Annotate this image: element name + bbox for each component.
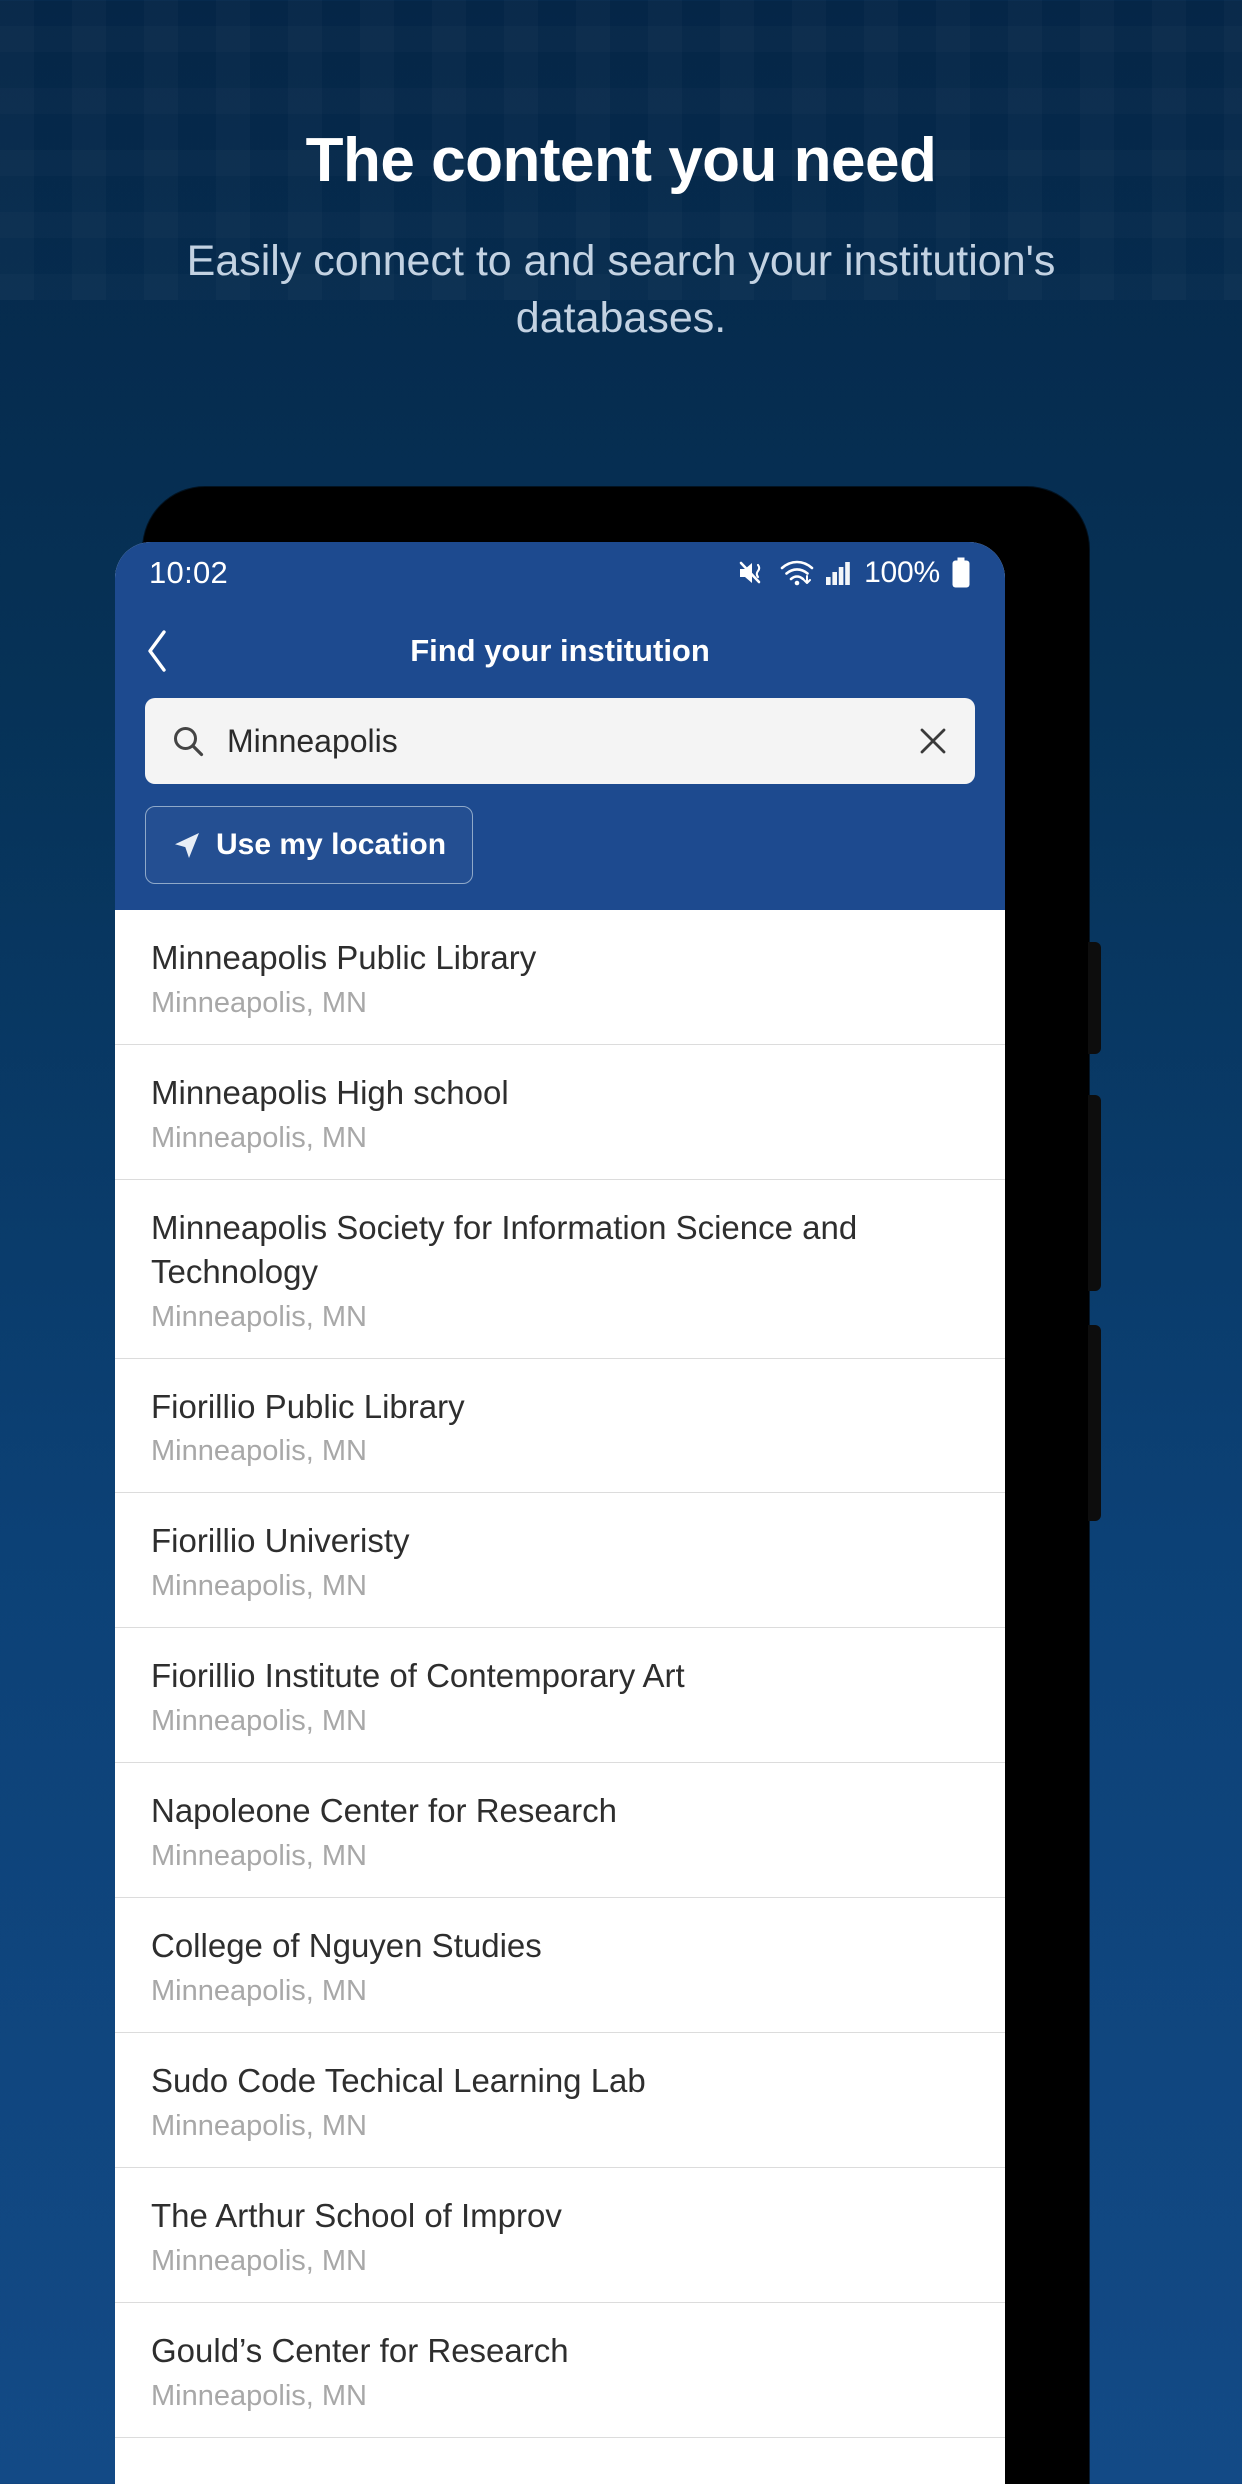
phone-mockup: 10:02 100% Find your institution Minneap… <box>115 487 1101 2484</box>
list-item[interactable]: College of Nguyen Studies Minneapolis, M… <box>115 1898 1005 2033</box>
institution-location: Minneapolis, MN <box>151 986 367 1019</box>
list-item[interactable]: Sudo Code Techical Learning Lab Minneapo… <box>115 2033 1005 2168</box>
search-field[interactable]: Minneapolis <box>145 698 975 784</box>
navigation-arrow-icon <box>172 830 202 860</box>
promo-subtitle: Easily connect to and search your instit… <box>186 237 1056 342</box>
institution-name: Minneapolis Society for Information Scie… <box>151 1208 858 1290</box>
battery-percent-label: 100% <box>864 556 940 589</box>
list-item[interactable]: Minneapolis High school Minneapolis, MN <box>115 1045 1005 1180</box>
institution-location: Minneapolis, MN <box>151 1705 367 1738</box>
search-input-value[interactable]: Minneapolis <box>205 723 917 760</box>
institution-location: Minneapolis, MN <box>151 2379 367 2412</box>
institution-name: College of Nguyen Studies <box>151 1927 542 1964</box>
list-item[interactable]: Minneapolis Public Library Minneapolis, … <box>115 910 1005 1045</box>
list-item[interactable]: Napoleone Center for Research Minneapoli… <box>115 1763 1005 1898</box>
institution-location: Minneapolis, MN <box>151 1570 367 1603</box>
institution-name: Fiorillio Public Library <box>151 1387 465 1425</box>
institution-name: Minneapolis Public Library <box>151 939 537 976</box>
list-item[interactable]: The Arthur School of Improv Minneapolis,… <box>115 2168 1005 2303</box>
wifi-icon <box>780 559 814 587</box>
status-bar: 10:02 100% <box>115 542 1005 604</box>
list-item[interactable]: Fiorillio Univeristy Minneapolis, MN <box>115 1493 1005 1629</box>
list-item[interactable]: Fiorillio Institute of Contemporary Art … <box>115 1628 1005 1764</box>
phone-volume-up-button[interactable] <box>1088 1095 1101 1291</box>
list-item[interactable]: Gould’s Center for Research Minneapolis,… <box>115 2303 1005 2438</box>
use-my-location-label: Use my location <box>216 828 447 861</box>
institution-name: Minneapolis High school <box>151 1073 509 1111</box>
list-item[interactable]: Fiorillio Public Library Minneapolis, MN <box>115 1359 1005 1494</box>
institution-name: Fiorillio Institute of Contemporary Art <box>151 1657 685 1695</box>
promo-block: The content you need Easily connect to a… <box>0 0 1242 347</box>
mute-icon <box>737 558 769 588</box>
institution-location: Minneapolis, MN <box>151 1121 367 1154</box>
phone-side-button-top[interactable] <box>1088 942 1101 1054</box>
institution-name: Fiorillio Univeristy <box>151 1522 410 1560</box>
institution-name: Sudo Code Techical Learning Lab <box>151 2061 646 2099</box>
institution-location: Minneapolis, MN <box>151 1435 367 1468</box>
phone-screen: 10:02 100% Find your institution Minneap… <box>115 542 1005 2484</box>
list-item[interactable]: Minneapolis Society for Information Scie… <box>115 1180 1005 1359</box>
institution-location: Minneapolis, MN <box>151 1974 367 2007</box>
institution-location: Minneapolis, MN <box>151 2244 367 2277</box>
battery-icon <box>951 557 971 589</box>
promo-title: The content you need <box>305 126 937 195</box>
search-icon <box>171 724 205 758</box>
phone-volume-down-button[interactable] <box>1088 1325 1101 1521</box>
institution-results-list: Minneapolis Public Library Minneapolis, … <box>115 910 1005 2438</box>
institution-name: Gould’s Center for Research <box>151 2331 569 2369</box>
app-bar: Find your institution Minneapolis Use my… <box>115 604 1005 910</box>
institution-location: Minneapolis, MN <box>151 2109 367 2142</box>
institution-location: Minneapolis, MN <box>151 1300 367 1333</box>
institution-name: Napoleone Center for Research <box>151 1792 617 1830</box>
status-bar-clock: 10:02 <box>149 555 229 590</box>
use-my-location-button[interactable]: Use my location <box>145 806 474 884</box>
cellular-signal-icon <box>825 559 853 587</box>
page-title: Find your institution <box>410 633 710 668</box>
institution-name: The Arthur School of Improv <box>151 2196 562 2234</box>
institution-location: Minneapolis, MN <box>151 1840 367 1872</box>
clear-search-button[interactable] <box>917 725 949 757</box>
